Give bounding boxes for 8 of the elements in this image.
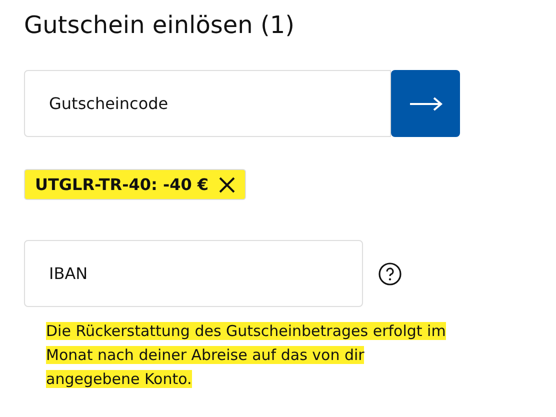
voucher-code-field[interactable]: Gutscheincode <box>24 70 391 137</box>
section-title: Gutschein einlösen (1) <box>24 10 296 41</box>
close-icon[interactable] <box>218 176 235 192</box>
iban-field[interactable]: IBAN <box>24 240 363 307</box>
voucher-label: UTGLR-TR-40: -40 € <box>35 175 209 194</box>
submit-button[interactable] <box>391 70 460 137</box>
help-icon[interactable] <box>378 262 402 286</box>
arrow-right-icon <box>408 96 442 110</box>
